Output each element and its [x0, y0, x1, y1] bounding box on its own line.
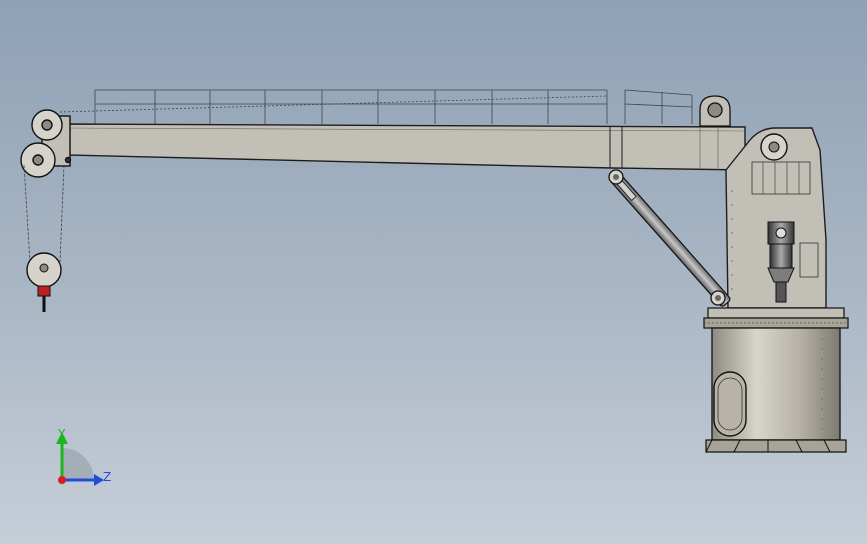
x-axis-origin — [58, 476, 66, 484]
boom-hinge-lug — [699, 95, 731, 127]
y-axis-label: Y — [57, 427, 66, 441]
hook-block — [26, 252, 62, 312]
hoist-rope — [23, 164, 65, 263]
crane-drawing: Y Z — [20, 89, 849, 486]
slewing-ring — [703, 307, 849, 329]
main-boom — [65, 123, 746, 171]
boom-tip-sheaves — [20, 109, 72, 178]
luffing-cylinder — [608, 169, 731, 307]
boom-railing — [59, 89, 693, 124]
cad-viewport[interactable]: Y Z — [0, 0, 867, 544]
z-axis-label: Z — [103, 470, 111, 484]
coordinate-triad: Y Z — [56, 427, 111, 486]
pedestal — [705, 327, 847, 453]
